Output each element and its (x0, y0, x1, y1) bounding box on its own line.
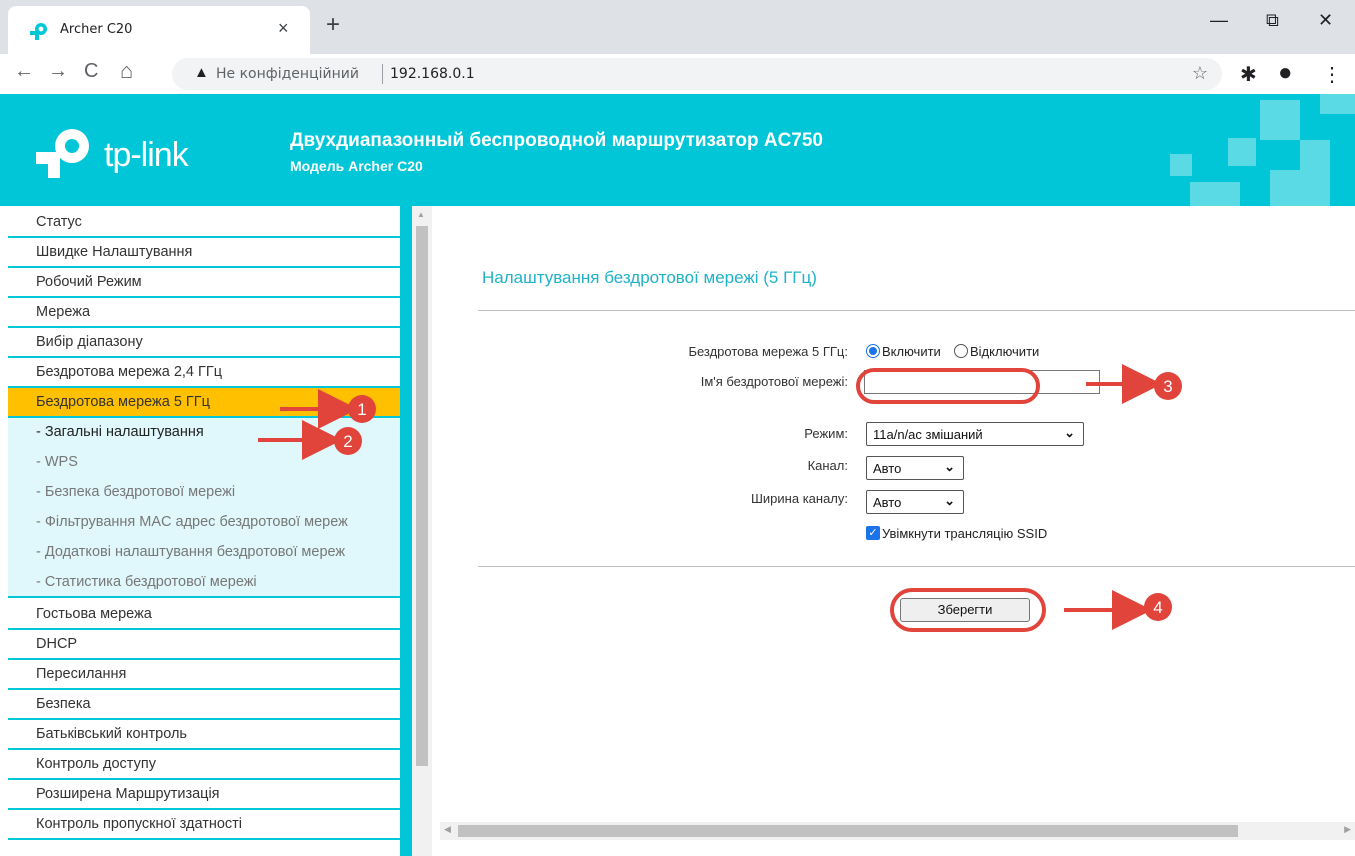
profile-icon[interactable]: ● (1278, 59, 1293, 87)
page-title: Налаштування бездротової мережі (5 ГГц) (482, 268, 817, 287)
browser-toolbar: ← → C ⌂ ▲ Не конфіденційний 192.168.0.1 … (0, 54, 1355, 94)
address-bar[interactable]: ▲ Не конфіденційний 192.168.0.1 ☆ (172, 58, 1222, 90)
menu-item-guest-network[interactable]: Гостьова мережа (8, 600, 400, 630)
divider (478, 310, 1355, 311)
submenu-basic-settings[interactable]: - Загальні налаштування (36, 424, 204, 440)
channel-select-value: Авто (873, 461, 902, 476)
enable-radio[interactable] (866, 344, 880, 358)
sidebar-scrollbar[interactable]: ▲ (412, 206, 432, 856)
menu-item-parental-control[interactable]: Батьківський контроль (8, 720, 400, 750)
disable-radio-label[interactable]: Відключити (970, 344, 1039, 359)
not-secure-warning-icon[interactable]: ▲ (194, 64, 209, 81)
close-window-icon[interactable]: ✕ (1318, 10, 1333, 31)
sidebar-divider (400, 206, 412, 856)
menu-item-bandwidth-control[interactable]: Контроль пропускної здатності (8, 810, 400, 840)
browser-tab[interactable]: Archer C20 × (8, 6, 310, 54)
menu-item-advanced-routing[interactable]: Розширена Маршрутизація (8, 780, 400, 810)
scroll-right-arrow-icon[interactable]: ▶ (1344, 824, 1351, 835)
bookmark-star-icon[interactable]: ☆ (1192, 63, 1208, 84)
channel-width-label: Ширина каналу: (751, 491, 848, 506)
ssid-label: Ім'я бездротової мережі: (700, 374, 848, 389)
menu-item-forwarding[interactable]: Пересилання (8, 660, 400, 690)
channel-width-select[interactable]: Авто ⌄ (866, 490, 964, 514)
product-title: Двухдиапазонный беспроводной маршрутизат… (290, 130, 824, 151)
tp-link-favicon-icon (30, 23, 47, 40)
submenu-mac-filtering[interactable]: - Фільтрування MAC адрес бездротової мер… (36, 514, 348, 530)
scroll-up-arrow-icon[interactable]: ▲ (417, 210, 425, 219)
mode-select-value: 11a/n/ac змішаний (873, 427, 983, 442)
menu-item-operation-mode[interactable]: Робочий Режим (8, 268, 400, 298)
channel-label: Канал: (807, 458, 848, 473)
chevron-down-icon: ⌄ (944, 493, 955, 508)
home-icon[interactable]: ⌂ (120, 58, 133, 84)
menu-item-quick-setup[interactable]: Швидке Налаштування (8, 238, 400, 268)
submenu-advanced[interactable]: - Додаткові налаштування бездротової мер… (36, 544, 345, 560)
wireless-radio-label: Бездротова мережа 5 ГГц: (688, 344, 848, 359)
tp-link-logo: tp-link (34, 128, 214, 178)
scrollbar-thumb[interactable] (416, 226, 428, 766)
horizontal-scrollbar[interactable]: ◀ ▶ (440, 822, 1355, 840)
header-decoration (1260, 100, 1300, 140)
router-header: tp-link Двухдиапазонный беспроводной мар… (0, 94, 1355, 206)
menu-item-security[interactable]: Безпека (8, 690, 400, 720)
tp-link-logo-icon (36, 129, 89, 178)
mode-select[interactable]: 11a/n/ac змішаний ⌄ (866, 422, 1084, 446)
channel-width-select-value: Авто (873, 495, 902, 510)
restore-icon[interactable]: ⧉ (1266, 10, 1279, 31)
wireless-5-submenu: - Загальні налаштування - WPS - Безпека … (8, 418, 400, 598)
tab-title: Archer C20 (60, 22, 133, 37)
header-decoration (1170, 154, 1192, 176)
submenu-wps[interactable]: - WPS (36, 454, 78, 470)
chevron-down-icon: ⌄ (1064, 425, 1075, 440)
brand-name: tp-link (104, 136, 189, 174)
menu-item-wireless-5[interactable]: Бездротова мережа 5 ГГц (8, 388, 400, 418)
sidebar-menu: Статус Швидке Налаштування Робочий Режим… (0, 206, 400, 856)
address-separator (382, 64, 383, 84)
scrollbar-thumb[interactable] (458, 825, 1238, 837)
channel-select[interactable]: Авто ⌄ (866, 456, 964, 480)
menu-item-band-selection[interactable]: Вибір діапазону (8, 328, 400, 358)
save-button[interactable]: Зберегти (900, 598, 1030, 622)
header-decoration (1190, 182, 1240, 206)
main-content: Налаштування бездротової мережі (5 ГГц) … (432, 206, 1355, 856)
new-tab-icon[interactable]: + (326, 11, 340, 39)
forward-icon[interactable]: → (48, 60, 68, 83)
browser-menu-icon[interactable]: ⋮ (1322, 62, 1342, 87)
submenu-wireless-security[interactable]: - Безпека бездротової мережі (36, 484, 235, 500)
header-decoration (1228, 138, 1256, 166)
tab-close-icon[interactable]: × (278, 18, 289, 39)
security-status: Не конфіденційний (216, 66, 359, 82)
extensions-icon[interactable]: ✱ (1240, 62, 1257, 87)
browser-tab-bar: Archer C20 × + — ⧉ ✕ (0, 0, 1355, 54)
product-model: Модель Archer C20 (290, 158, 423, 174)
disable-radio[interactable] (954, 344, 968, 358)
enable-radio-label[interactable]: Включити (882, 344, 941, 359)
ssid-input[interactable] (864, 370, 1100, 394)
menu-item-access-control[interactable]: Контроль доступу (8, 750, 400, 780)
scroll-left-arrow-icon[interactable]: ◀ (444, 824, 451, 835)
menu-item-wireless-24[interactable]: Бездротова мережа 2,4 ГГц (8, 358, 400, 388)
submenu-statistics[interactable]: - Статистика бездротової мережі (36, 574, 257, 590)
ssid-broadcast-label[interactable]: Увімкнути трансляцію SSID (882, 526, 1047, 541)
menu-item-dhcp[interactable]: DHCP (8, 630, 400, 660)
header-decoration (1270, 170, 1330, 206)
header-decoration (1300, 140, 1330, 170)
reload-icon[interactable]: C (84, 60, 98, 83)
header-decoration (1320, 94, 1355, 114)
menu-item-network[interactable]: Мережа (8, 298, 400, 328)
chevron-down-icon: ⌄ (944, 459, 955, 474)
back-icon[interactable]: ← (14, 60, 34, 83)
minimize-icon[interactable]: — (1210, 10, 1228, 31)
url-text[interactable]: 192.168.0.1 (390, 66, 475, 82)
mode-label: Режим: (804, 426, 848, 441)
ssid-broadcast-checkbox[interactable]: ✓ (866, 526, 880, 540)
menu-item-status[interactable]: Статус (8, 208, 400, 238)
divider (478, 566, 1355, 567)
